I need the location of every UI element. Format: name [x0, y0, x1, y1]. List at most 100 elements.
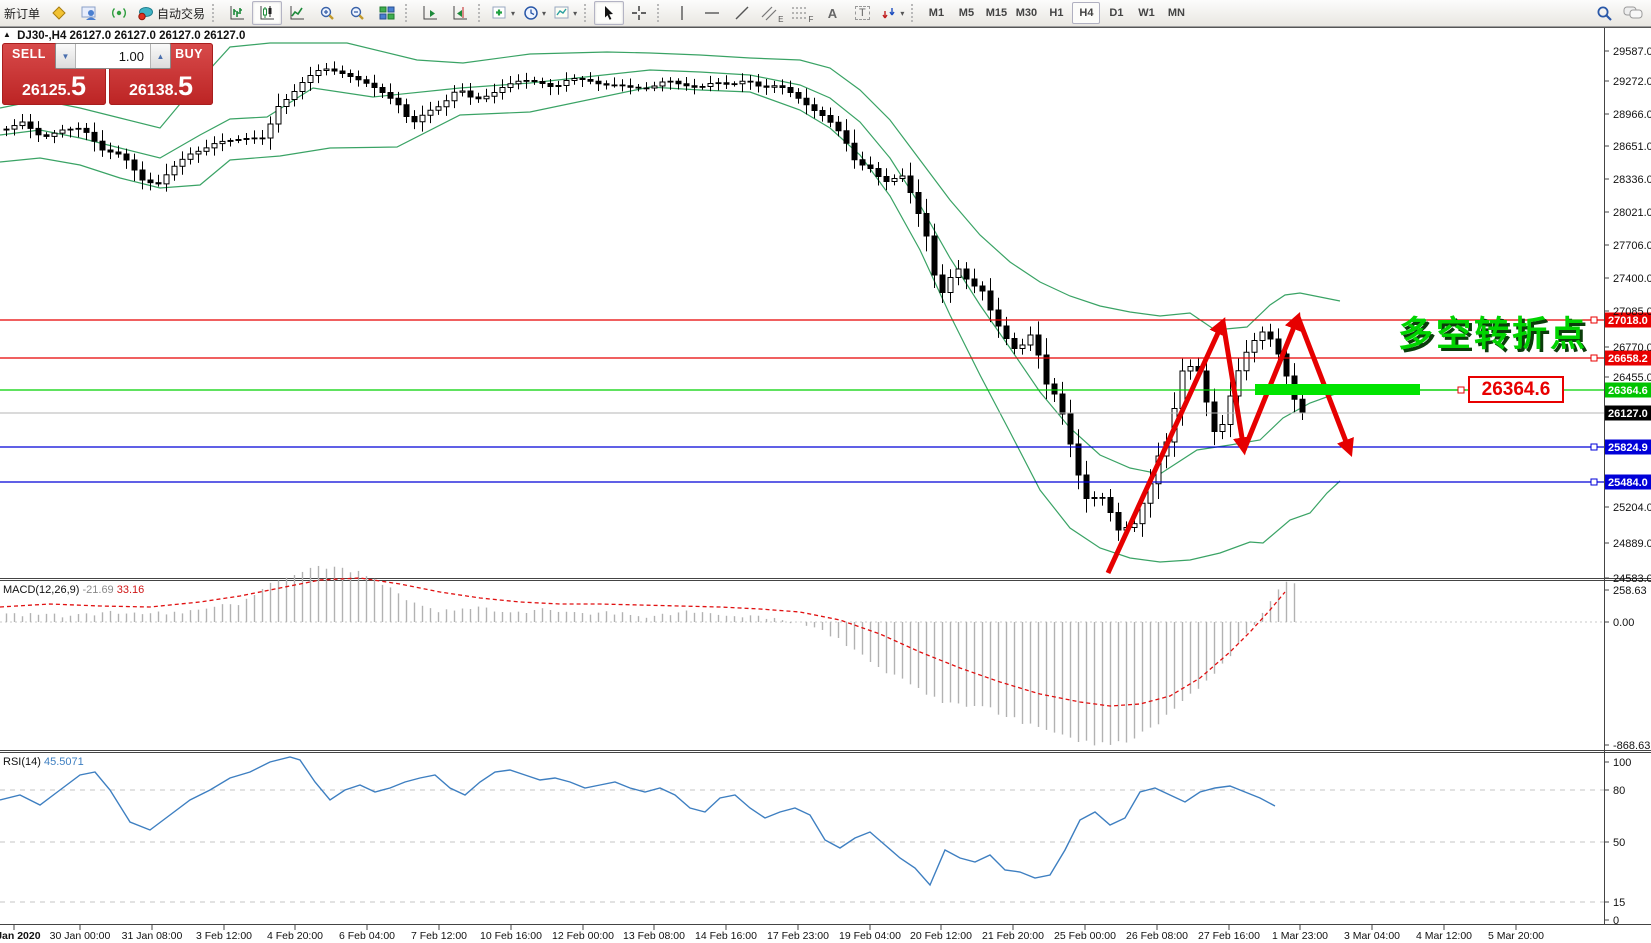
auto-trading-icon — [138, 5, 154, 21]
line-handle[interactable] — [1591, 444, 1597, 450]
line-handle[interactable] — [1591, 317, 1597, 323]
market-profile-button[interactable] — [74, 1, 104, 25]
fibonacci-icon — [791, 5, 809, 21]
toolbar-grip — [584, 4, 591, 22]
bar-chart-mode-button[interactable] — [222, 1, 252, 25]
line-handle[interactable] — [1591, 479, 1597, 485]
timeframe-button-D1[interactable]: D1 — [1102, 2, 1130, 24]
time-tick-label: 4 Mar 12:00 — [1416, 930, 1472, 942]
macd-tick-label: 0.00 — [1613, 617, 1634, 629]
horizontal-level-lines[interactable] — [0, 317, 1604, 485]
equidistant-channel-tool-button[interactable]: E — [757, 1, 787, 25]
rsi-tick-label: 15 — [1613, 897, 1625, 909]
rsi-tick-label: 0 — [1613, 915, 1619, 927]
macd-tick-label: -868.63 — [1613, 740, 1650, 752]
rsi-tick-label: 80 — [1613, 785, 1625, 797]
chat-icon[interactable] — [1623, 5, 1643, 21]
auto-scroll-button[interactable] — [415, 1, 445, 25]
crosshair-tool-button[interactable] — [624, 1, 654, 25]
chart-shift-icon — [452, 5, 468, 21]
timeframe-button-M30[interactable]: M30 — [1012, 2, 1040, 24]
line-chart-mode-button[interactable] — [282, 1, 312, 25]
price-callout-label[interactable]: 26364.6 — [1468, 376, 1564, 403]
time-tick-label: 10 Feb 16:00 — [480, 930, 542, 942]
time-tick-label: 13 Feb 08:00 — [623, 930, 685, 942]
chart-shift-button[interactable] — [445, 1, 475, 25]
tile-windows-button[interactable] — [372, 1, 402, 25]
time-tick-label: 1 Mar 23:00 — [1272, 930, 1328, 942]
volume-input[interactable] — [76, 44, 150, 68]
text-label-tool-button[interactable]: T — [847, 1, 877, 25]
axis-price-tag-text: 26364.6 — [1608, 385, 1648, 397]
horizontal-line-tool-button[interactable] — [697, 1, 727, 25]
mt4-application-window: 新订单 自动交易 — [0, 0, 1651, 943]
search-icon[interactable] — [1596, 5, 1613, 22]
text-tool-button[interactable]: A — [817, 1, 847, 25]
vertical-line-tool-button[interactable] — [667, 1, 697, 25]
volume-increase-button[interactable]: ▲ — [150, 44, 170, 68]
timeframe-button-M15[interactable]: M15 — [982, 2, 1010, 24]
collapse-panel-icon[interactable]: ▲ — [3, 30, 11, 39]
timeframe-button-MN[interactable]: MN — [1162, 2, 1190, 24]
buy-price: 26138.5 — [109, 71, 213, 102]
zoom-out-button[interactable] — [342, 1, 372, 25]
timeframe-button-M5[interactable]: M5 — [952, 2, 980, 24]
price-tick-label: 28336.0 — [1613, 174, 1651, 186]
candlestick-mode-button[interactable] — [252, 1, 282, 25]
time-tick-label: 31 Jan 08:00 — [122, 930, 183, 942]
cursor-tool-button[interactable] — [594, 1, 624, 25]
highlight-zone-bar[interactable] — [1255, 384, 1420, 395]
sell-price: 26125.5 — [2, 71, 106, 102]
turning-point-annotation[interactable]: 多空转折点 — [1398, 306, 1588, 357]
price-tick-label: 24583.0 — [1613, 573, 1651, 585]
price-tick-label: 27706.0 — [1613, 240, 1651, 252]
timeframe-button-M1[interactable]: M1 — [922, 2, 950, 24]
callout-handle[interactable] — [1458, 387, 1464, 393]
time-tick-label: 27 Feb 16:00 — [1198, 930, 1260, 942]
candlesticks — [4, 61, 1305, 541]
chart-canvas[interactable]: 27018.026658.226364.626127.025824.925484… — [0, 0, 1651, 943]
periods-button[interactable]: ▾ — [519, 1, 550, 25]
toolbar-right — [1596, 5, 1643, 22]
arrows-tool-button[interactable]: ▾ — [877, 1, 908, 25]
new-order-button[interactable]: 新订单 — [0, 1, 44, 25]
channel-icon — [761, 5, 779, 21]
time-tick-label: 3 Feb 12:00 — [196, 930, 252, 942]
indicators-button[interactable]: ▾ — [488, 1, 519, 25]
trendline-tool-button[interactable] — [727, 1, 757, 25]
time-axis[interactable]: 8 Jan 202030 Jan 00:0031 Jan 08:003 Feb … — [0, 925, 1544, 942]
template-icon — [554, 5, 570, 21]
toolbar-grip — [911, 4, 918, 22]
clock-icon — [523, 5, 539, 21]
bollinger-lower — [0, 87, 1340, 562]
volume-decrease-button[interactable]: ▼ — [56, 44, 76, 68]
price-axis[interactable]: 27018.026658.226364.626127.025824.925484… — [1604, 46, 1651, 927]
templates-button[interactable]: ▾ — [550, 1, 581, 25]
axis-price-tag-text: 25824.9 — [1608, 442, 1648, 454]
timeframe-button-H4[interactable]: H4 — [1072, 2, 1100, 24]
macd-pane — [0, 566, 1604, 745]
price-tick-label: 29272.0 — [1613, 76, 1651, 88]
line-handle[interactable] — [1591, 355, 1597, 361]
timeframe-button-H1[interactable]: H1 — [1042, 2, 1070, 24]
toolbar-grip — [657, 4, 664, 22]
zoom-in-button[interactable] — [312, 1, 342, 25]
new-order-label: 新订单 — [4, 5, 40, 22]
auto-trading-button[interactable]: 自动交易 — [134, 1, 209, 25]
fibonacci-tool-button[interactable]: F — [787, 1, 817, 25]
time-tick-label: 6 Feb 04:00 — [339, 930, 395, 942]
zoom-in-icon — [319, 5, 335, 21]
macd-value: -21.69 — [82, 584, 113, 596]
time-tick-label: 14 Feb 16:00 — [695, 930, 757, 942]
timeframe-button-W1[interactable]: W1 — [1132, 2, 1160, 24]
vertical-line-icon — [674, 5, 690, 21]
axis-price-tag-text: 26658.2 — [1608, 353, 1648, 365]
price-tick-label: 26770.0 — [1613, 342, 1651, 354]
time-tick-label: 3 Mar 04:00 — [1344, 930, 1400, 942]
price-tick-label: 28966.0 — [1613, 109, 1651, 121]
time-tick-label: 5 Mar 20:00 — [1488, 930, 1544, 942]
signal-button[interactable] — [104, 1, 134, 25]
macd-signal-line — [0, 578, 1285, 706]
deposit-icon-button[interactable] — [44, 1, 74, 25]
chevron-down-icon: ▾ — [511, 9, 515, 18]
